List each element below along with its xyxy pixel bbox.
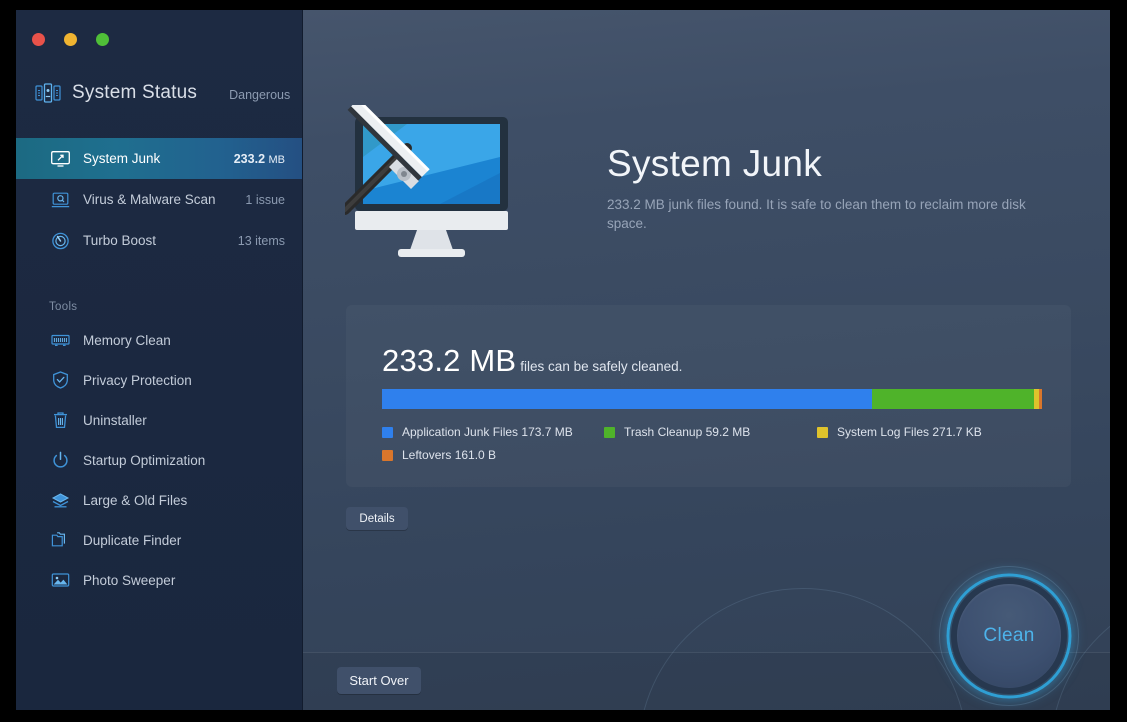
sidebar-item-label: Photo Sweeper <box>83 572 176 588</box>
sidebar-item-label: Memory Clean <box>83 332 171 348</box>
decorative-arc-left <box>638 588 968 710</box>
legend-item-system-log-files: System Log Files 271.7 KB <box>817 425 982 439</box>
legend-item-leftovers: Leftovers 161.0 B <box>382 448 496 462</box>
page-description: 233.2 MB junk files found. It is safe to… <box>607 196 1026 232</box>
legend-swatch <box>382 426 393 438</box>
legend-swatch <box>604 426 615 438</box>
cleanable-size-caption: files can be safely cleaned. <box>520 359 683 374</box>
sidebar-item-uninstaller[interactable]: Uninstaller <box>16 400 303 440</box>
legend-label: Leftovers 161.0 B <box>402 448 497 462</box>
sidebar-item-label: Privacy Protection <box>83 372 192 388</box>
sidebar-item-label: Virus & Malware Scan <box>83 192 216 207</box>
clean-button[interactable]: Clean <box>957 583 1061 688</box>
start-over-button[interactable]: Start Over <box>337 667 421 694</box>
minimize-button[interactable] <box>64 33 77 46</box>
cleanable-size-row: 233.2 MB files can be safely cleaned. <box>382 343 682 379</box>
clean-button-area: Clean <box>638 561 1110 710</box>
main-content: System Junk 233.2 MB junk files found. I… <box>303 10 1110 710</box>
page-title: System Junk <box>607 143 823 184</box>
window-controls <box>32 33 109 46</box>
sidebar-item-meta: 233.2 MB <box>233 151 285 166</box>
junk-summary-card: 233.2 MB files can be safely cleaned. Ap… <box>346 305 1071 487</box>
sidebar-item-privacy-protection[interactable]: Privacy Protection <box>16 360 303 400</box>
legend-swatch <box>817 426 828 438</box>
monitor-squeegee-illustration <box>340 98 525 265</box>
sidebar-item-large-old-files[interactable]: Large & Old Files <box>16 480 303 520</box>
sidebar-item-system-junk[interactable]: System Junk 233.2 MB <box>16 138 303 179</box>
app-window: System Status Dangerous System Junk 233.… <box>16 10 1110 710</box>
duplicate-folders-icon <box>49 530 71 550</box>
close-button[interactable] <box>32 33 45 46</box>
trash-icon <box>49 410 71 430</box>
memory-ram-icon <box>49 330 71 350</box>
legend-row: Leftovers 161.0 B <box>382 448 1048 462</box>
junk-breakdown-legend: Application Junk Files 173.7 MB Trash Cl… <box>382 425 1048 471</box>
monitor-clean-icon <box>49 149 71 169</box>
sidebar-item-label: Duplicate Finder <box>83 532 182 548</box>
legend-item-trash-cleanup: Trash Cleanup 59.2 MB <box>604 425 817 439</box>
sidebar-item-label: System Junk <box>83 151 161 166</box>
tools-section-label: Tools <box>49 301 78 313</box>
virus-scan-icon <box>49 190 71 210</box>
sidebar-item-meta: 1 issue <box>245 192 285 207</box>
legend-row: Application Junk Files 173.7 MB Trash Cl… <box>382 425 1048 439</box>
sidebar-item-turbo-boost[interactable]: Turbo Boost 13 items <box>16 220 303 261</box>
sidebar-item-meta: 13 items <box>237 233 285 248</box>
sidebar-item-startup-optimization[interactable]: Startup Optimization <box>16 440 303 480</box>
photo-icon <box>49 570 71 590</box>
legend-swatch <box>382 449 393 461</box>
sidebar-item-memory-clean[interactable]: Memory Clean <box>16 320 303 360</box>
bar-segment-application-junk-files <box>382 389 873 409</box>
bar-segment-trash-cleanup <box>872 389 1035 409</box>
junk-breakdown-bar <box>382 389 1042 409</box>
system-status-row[interactable]: System Status Dangerous <box>16 70 303 116</box>
sidebar: System Status Dangerous System Junk 233.… <box>16 10 303 710</box>
zoom-button[interactable] <box>96 33 109 46</box>
sidebar-item-photo-sweeper[interactable]: Photo Sweeper <box>16 560 303 600</box>
clean-button-label: Clean <box>983 624 1035 646</box>
sidebar-primary-nav: System Junk 233.2 MB Virus & Malware Sca… <box>16 138 303 261</box>
sidebar-item-duplicate-finder[interactable]: Duplicate Finder <box>16 520 303 560</box>
sidebar-item-label: Uninstaller <box>83 412 147 428</box>
turbo-boost-icon <box>49 231 71 251</box>
legend-item-application-junk-files: Application Junk Files 173.7 MB <box>382 425 604 439</box>
details-button[interactable]: Details <box>346 507 408 530</box>
legend-label: Application Junk Files 173.7 MB <box>402 425 573 439</box>
sidebar-item-virus-malware-scan[interactable]: Virus & Malware Scan 1 issue <box>16 179 303 220</box>
shield-check-icon <box>49 370 71 390</box>
bar-segment-leftovers <box>1038 389 1042 409</box>
sidebar-item-label: Large & Old Files <box>83 492 188 508</box>
system-status-badge: Dangerous <box>229 88 291 102</box>
hero-text: System Junk 233.2 MB junk files found. I… <box>607 105 1039 265</box>
sidebar-item-label: Startup Optimization <box>83 452 206 468</box>
sidebar-tools-nav: Memory Clean Privacy Protection Uninstal… <box>16 320 303 600</box>
system-status-title: System Status <box>72 82 198 103</box>
power-icon <box>49 450 71 470</box>
files-stack-icon <box>49 490 71 510</box>
cleanable-size-value: 233.2 MB <box>382 343 517 378</box>
hero-section: System Junk 233.2 MB junk files found. I… <box>340 98 1110 265</box>
legend-label: Trash Cleanup 59.2 MB <box>624 425 751 439</box>
sidebar-item-label: Turbo Boost <box>83 233 157 248</box>
system-status-icon <box>35 83 61 103</box>
legend-label: System Log Files 271.7 KB <box>837 425 982 439</box>
